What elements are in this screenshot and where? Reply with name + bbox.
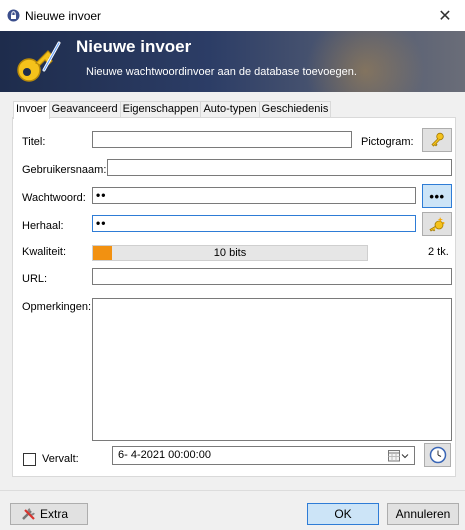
- generate-password-icon: [429, 217, 445, 232]
- url-label: URL:: [22, 273, 48, 285]
- extra-button-label: Extra: [40, 507, 69, 521]
- window-title: Nieuwe invoer: [25, 9, 102, 23]
- tab-geavanceerd[interactable]: Geavanceerd: [48, 101, 121, 118]
- banner-title: Nieuwe invoer: [76, 37, 192, 56]
- notes-textarea[interactable]: [92, 298, 452, 441]
- date-picker-dropdown[interactable]: [388, 449, 410, 462]
- password-input[interactable]: ••: [92, 187, 416, 204]
- title-bar: Nieuwe invoer ✕: [0, 0, 465, 31]
- tab-invoer[interactable]: Invoer: [13, 101, 50, 119]
- expires-label: Vervalt:: [42, 453, 79, 465]
- quality-bits: 10 bits: [213, 247, 247, 259]
- expires-date-input[interactable]: 6- 4-2021 00:00:00: [112, 446, 415, 465]
- chevron-down-icon: [401, 453, 409, 458]
- extra-button[interactable]: Extra: [10, 503, 88, 525]
- username-label: Gebruikersnaam:: [22, 164, 107, 176]
- icon-label: Pictogram:: [361, 136, 414, 148]
- repeat-label: Herhaal:: [22, 220, 64, 232]
- expires-date-value: 6- 4-2021 00:00:00: [118, 449, 211, 461]
- close-icon: ✕: [438, 7, 452, 25]
- title-label: Titel:: [22, 136, 46, 148]
- quality-label: Kwaliteit:: [22, 246, 67, 258]
- title-input[interactable]: [92, 131, 352, 148]
- tab-auto-typen[interactable]: Auto-typen: [200, 101, 260, 118]
- quality-bar: 10 bits: [92, 245, 368, 261]
- close-button[interactable]: ✕: [425, 0, 465, 31]
- key-icon: [431, 132, 444, 147]
- lock-icon: [7, 9, 20, 22]
- username-input[interactable]: [107, 159, 452, 176]
- banner-subtitle: Nieuwe wachtwoordinvoer aan de database …: [86, 66, 357, 78]
- cancel-button[interactable]: Annuleren: [387, 503, 459, 525]
- key-icon: [17, 41, 61, 82]
- tab-eigenschappen[interactable]: Eigenschappen: [119, 101, 202, 118]
- ok-button[interactable]: OK: [307, 503, 379, 525]
- tab-geschiedenis[interactable]: Geschiedenis: [258, 101, 332, 118]
- banner-decoration: [305, 31, 425, 92]
- show-password-button[interactable]: •••: [422, 184, 452, 208]
- expires-checkbox[interactable]: [23, 453, 36, 466]
- quality-chars: 2 tk.: [428, 246, 449, 258]
- notes-label: Opmerkingen:: [22, 301, 92, 313]
- url-input[interactable]: [92, 268, 452, 285]
- repeat-password-input[interactable]: ••: [92, 215, 416, 232]
- tools-icon: [22, 508, 35, 520]
- password-label: Wachtwoord:: [22, 192, 86, 204]
- tab-bar: Invoer Geavanceerd Eigenschappen Auto-ty…: [13, 101, 332, 119]
- icon-picker-button[interactable]: [422, 128, 452, 152]
- clock-icon: [429, 446, 446, 464]
- calendar-icon: [388, 449, 400, 461]
- footer-separator: [0, 490, 465, 491]
- expiry-presets-button[interactable]: [424, 443, 451, 467]
- generate-password-button[interactable]: [422, 212, 452, 236]
- header-banner: Nieuwe invoer Nieuwe wachtwoordinvoer aa…: [0, 31, 465, 92]
